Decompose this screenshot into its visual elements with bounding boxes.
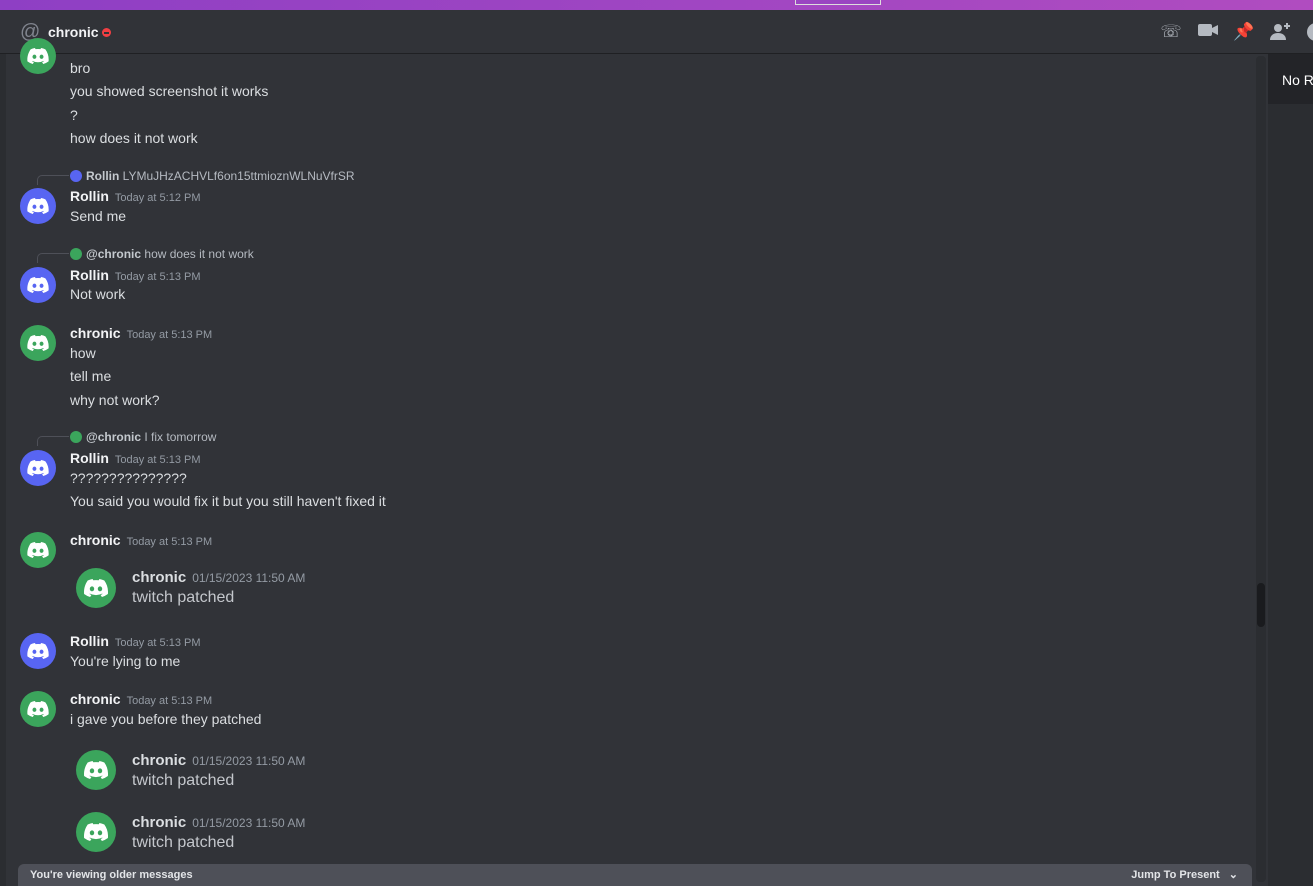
discord-logo-icon — [27, 460, 49, 476]
chevron-down-icon: ⌄ — [1228, 869, 1238, 881]
embed-time: 01/15/2023 11:50 AM — [192, 754, 306, 768]
older-messages-notice: You're viewing older messages — [30, 869, 193, 881]
timestamp: Today at 5:12 PM — [114, 192, 201, 204]
avatar-rollin[interactable] — [20, 267, 56, 303]
embed-avatar — [76, 812, 116, 852]
message-line: how — [70, 345, 96, 361]
mini-avatar-icon — [70, 170, 82, 182]
message-line: why not work? — [70, 392, 160, 408]
author-name[interactable]: chronic — [70, 325, 121, 341]
reply-author: @chronic — [86, 430, 142, 444]
profile-icon[interactable] — [1305, 22, 1313, 42]
message-line: how does it not work — [70, 130, 198, 146]
window-tab[interactable] — [795, 0, 881, 5]
reply-author: Rollin — [86, 169, 120, 183]
message-line: tell me — [70, 368, 112, 384]
reply-spine — [37, 253, 69, 263]
message-line: You said you would fix it but you still … — [70, 493, 386, 509]
channel-name[interactable]: chronic — [48, 24, 99, 40]
author-name[interactable]: Rollin — [70, 633, 109, 649]
message-line: Not work — [70, 286, 126, 302]
avatar-rollin[interactable] — [20, 188, 56, 224]
channel-header: @ chronic ☏ 📌 — [0, 10, 1313, 54]
embed-text: twitch patched — [132, 834, 235, 851]
reply-spine — [37, 175, 69, 185]
side-panel-header: No Re — [1268, 54, 1313, 104]
jump-label: Jump To Present — [1131, 869, 1220, 881]
timestamp: Today at 5:13 PM — [114, 271, 201, 283]
message-line: you showed screenshot it works — [70, 83, 269, 99]
reply-preview[interactable]: @chronic I fix tomorrow — [70, 428, 216, 446]
message-line: i gave you before they patched — [70, 711, 262, 727]
older-messages-bar: You're viewing older messages Jump To Pr… — [18, 864, 1252, 886]
discord-logo-icon — [27, 542, 49, 558]
author-name[interactable]: chronic — [70, 691, 121, 707]
message-line: ? — [70, 107, 78, 123]
pin-icon[interactable]: 📌 — [1233, 22, 1255, 42]
embed-avatar — [76, 568, 116, 608]
discord-logo-icon — [27, 335, 49, 351]
reply-text: I fix tomorrow — [144, 430, 217, 444]
embed-header: chronic 01/15/2023 11:50 AM — [132, 568, 305, 587]
mini-avatar-icon — [70, 248, 82, 260]
embed-text: twitch patched — [132, 589, 235, 606]
message-line: ??????????????? — [70, 470, 187, 486]
discord-logo-icon — [27, 198, 49, 214]
discord-logo-icon — [84, 579, 108, 597]
avatar-chronic[interactable] — [20, 325, 56, 361]
side-panel — [1268, 54, 1313, 886]
timestamp: Today at 5:13 PM — [126, 695, 213, 707]
discord-logo-icon — [27, 277, 49, 293]
avatar-rollin[interactable] — [20, 633, 56, 669]
author-name[interactable]: Rollin — [70, 188, 109, 204]
left-edge — [0, 54, 6, 886]
timestamp: Today at 5:13 PM — [126, 536, 213, 548]
reply-text: LYMuJHzACHVLf6on15ttmioznWLNuVfrSR — [122, 169, 355, 183]
embed-author: chronic — [132, 569, 187, 586]
avatar-rollin[interactable] — [20, 450, 56, 486]
add-friend-icon[interactable] — [1270, 22, 1292, 42]
reply-preview[interactable]: @chronic how does it not work — [70, 245, 254, 263]
discord-logo-icon — [27, 701, 49, 717]
author-name[interactable]: Rollin — [70, 450, 109, 466]
voice-call-icon[interactable]: ☏ — [1160, 22, 1182, 42]
avatar-chronic[interactable] — [20, 532, 56, 568]
reply-author: @chronic — [86, 247, 142, 261]
scrollbar-track[interactable] — [1256, 56, 1266, 882]
avatar-chronic[interactable] — [20, 38, 56, 74]
embed-author: chronic — [132, 814, 187, 831]
message-line: bro — [70, 60, 91, 76]
discord-logo-icon — [27, 48, 49, 64]
avatar-chronic[interactable] — [20, 691, 56, 727]
timestamp: Today at 5:13 PM — [114, 637, 201, 649]
dnd-status-icon — [102, 28, 111, 37]
embed-text: twitch patched — [132, 772, 235, 789]
message-line: You're lying to me — [70, 653, 181, 669]
discord-logo-icon — [84, 823, 108, 841]
timestamp: Today at 5:13 PM — [126, 329, 213, 341]
embed-header: chronic 01/15/2023 11:50 AM — [132, 813, 305, 832]
discord-logo-icon — [84, 761, 108, 779]
mini-avatar-icon — [70, 431, 82, 443]
message-line: Send me — [70, 208, 127, 224]
embed-time: 01/15/2023 11:50 AM — [192, 816, 306, 830]
embed-avatar — [76, 750, 116, 790]
embed-author: chronic — [132, 752, 187, 769]
embed-time: 01/15/2023 11:50 AM — [192, 571, 306, 585]
jump-to-present-button[interactable]: Jump To Present ⌄ — [1131, 868, 1238, 881]
author-name[interactable]: chronic — [70, 532, 121, 548]
reply-preview[interactable]: Rollin LYMuJHzACHVLf6on15ttmioznWLNuVfrS… — [70, 167, 355, 185]
author-name[interactable]: Rollin — [70, 267, 109, 283]
timestamp: Today at 5:13 PM — [114, 454, 201, 466]
reply-text: how does it not work — [144, 247, 254, 261]
discord-logo-icon — [27, 643, 49, 659]
scrollbar-thumb[interactable] — [1257, 583, 1265, 627]
video-call-icon[interactable] — [1197, 22, 1219, 42]
embed-header: chronic 01/15/2023 11:50 AM — [132, 751, 305, 770]
reply-spine — [37, 436, 69, 446]
window-title-bar — [0, 0, 1313, 10]
